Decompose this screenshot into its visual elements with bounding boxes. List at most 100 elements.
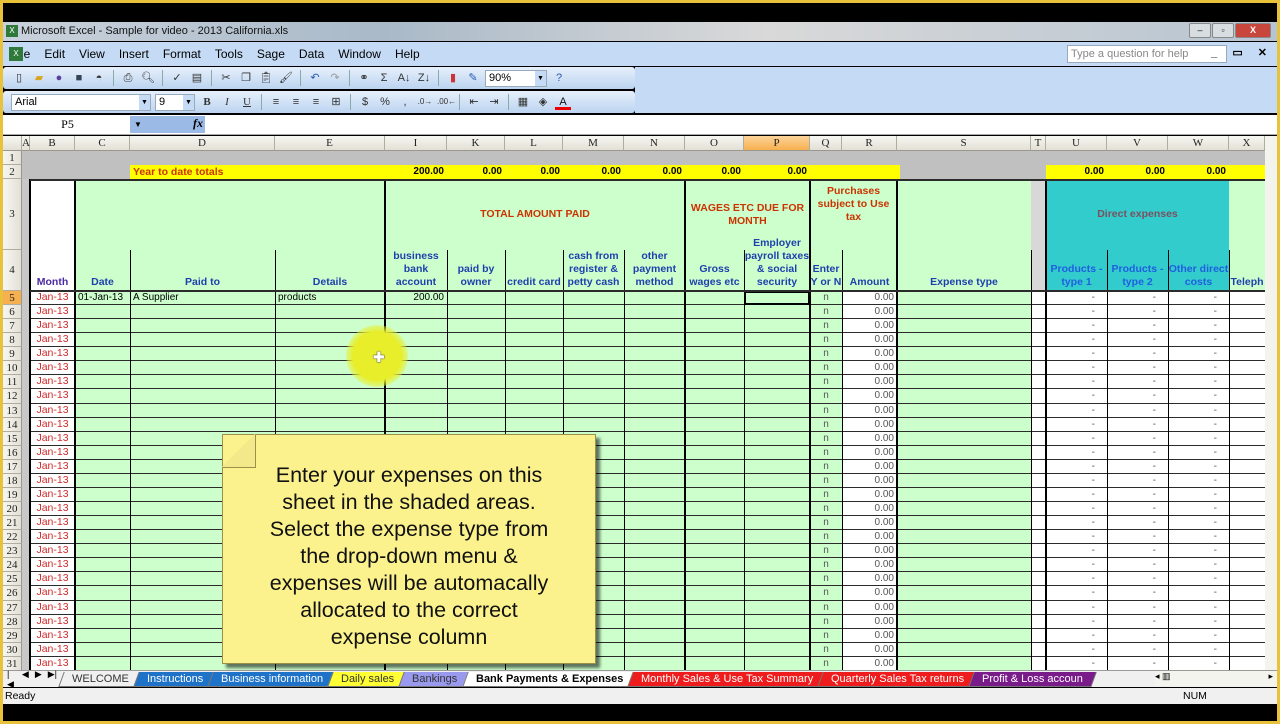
row-header-8[interactable]: 8: [3, 333, 22, 348]
entry-row-green[interactable]: [75, 361, 810, 376]
open-icon[interactable]: ▰: [31, 70, 47, 86]
autosum-icon[interactable]: Σ: [376, 70, 392, 86]
expense-type-cell[interactable]: [897, 459, 1031, 474]
align-center-icon[interactable]: ≡: [288, 94, 304, 110]
last-sheet-icon[interactable]: ▶|: [48, 669, 57, 690]
column-header-m[interactable]: M: [563, 136, 624, 151]
borders-icon[interactable]: ▦: [515, 94, 531, 110]
menu-tools[interactable]: Tools: [215, 47, 243, 61]
expense-type-cell[interactable]: [897, 572, 1031, 587]
drawing-icon[interactable]: ✎: [465, 70, 481, 86]
spelling-icon[interactable]: ✓: [169, 70, 185, 86]
minimize-button[interactable]: –: [1189, 23, 1211, 38]
sheet-tab-quarterly-sales-tax-returns[interactable]: Quarterly Sales Tax returns: [817, 671, 979, 687]
expense-type-cell[interactable]: [897, 487, 1031, 503]
row-header-10[interactable]: 10: [3, 361, 22, 376]
entry-e[interactable]: products: [275, 291, 385, 305]
hyperlink-icon[interactable]: ⚭: [356, 70, 372, 86]
menu-edit[interactable]: Edit: [44, 47, 65, 61]
sheet-tab-bankings[interactable]: Bankings: [398, 671, 472, 687]
row-header-16[interactable]: 16: [3, 445, 22, 460]
row-header-14[interactable]: 14: [3, 417, 22, 432]
row-header-22[interactable]: 22: [3, 530, 22, 545]
entry-row-green[interactable]: [75, 417, 810, 432]
row-header-5[interactable]: 5: [3, 291, 22, 306]
row-header-3[interactable]: 3: [3, 179, 22, 250]
print-preview-icon[interactable]: 🔍︎: [140, 70, 156, 86]
zoom-select[interactable]: 90% ▼: [485, 69, 547, 87]
row-header-29[interactable]: 29: [3, 628, 22, 643]
comma-button[interactable]: ,: [397, 94, 413, 110]
select-all-corner[interactable]: [3, 136, 22, 151]
percent-button[interactable]: %: [377, 94, 393, 110]
row-header-30[interactable]: 30: [3, 642, 22, 657]
column-header-x[interactable]: X: [1229, 136, 1265, 151]
entry-row-green[interactable]: [75, 375, 810, 390]
expense-type-cell[interactable]: [897, 417, 1031, 432]
decrease-decimal-icon[interactable]: .00←: [437, 94, 456, 110]
column-header-k[interactable]: K: [447, 136, 505, 151]
expense-type-cell[interactable]: [897, 530, 1031, 545]
expense-type-cell[interactable]: [897, 516, 1031, 531]
column-header-b[interactable]: B: [30, 136, 75, 151]
expense-type-cell[interactable]: [897, 586, 1031, 601]
fx-icon[interactable]: fx: [193, 116, 203, 131]
row-header-12[interactable]: 12: [3, 389, 22, 404]
name-box[interactable]: P5: [5, 116, 130, 133]
expense-type-cell[interactable]: [897, 544, 1031, 559]
menu-sage[interactable]: Sage: [257, 47, 285, 61]
sheet-tab-profit-loss-accoun[interactable]: Profit & Loss accoun: [968, 671, 1097, 687]
expense-type-cell[interactable]: [897, 445, 1031, 460]
fill-color-icon[interactable]: ◈: [535, 94, 551, 110]
increase-indent-icon[interactable]: ⇥: [486, 94, 502, 110]
entry-c[interactable]: 01-Jan-13: [75, 291, 130, 305]
row-header-23[interactable]: 23: [3, 544, 22, 559]
column-header-v[interactable]: V: [1107, 136, 1168, 151]
permission-icon[interactable]: ◓: [91, 70, 107, 86]
row-header-11[interactable]: 11: [3, 375, 22, 390]
expense-type-cell[interactable]: [897, 347, 1031, 362]
copy-icon[interactable]: ❐: [238, 70, 254, 86]
sage-icon[interactable]: ●: [51, 70, 67, 86]
merge-center-icon[interactable]: ⊞: [328, 94, 344, 110]
expense-type-cell[interactable]: [897, 628, 1031, 643]
sheet-tab-bank-payments-expenses[interactable]: Bank Payments & Expenses: [461, 671, 637, 687]
column-header-u[interactable]: U: [1046, 136, 1107, 151]
first-sheet-icon[interactable]: |◀: [7, 669, 16, 690]
column-header-i[interactable]: I: [385, 136, 447, 151]
expense-type-cell[interactable]: [897, 403, 1031, 418]
expense-type-cell[interactable]: [897, 291, 1031, 306]
help-search-input[interactable]: Type a question for help: [1067, 45, 1227, 63]
column-header-a[interactable]: A: [22, 136, 30, 151]
row-header-7[interactable]: 7: [3, 319, 22, 334]
chart-wizard-icon[interactable]: ▮: [445, 70, 461, 86]
workbook-icon[interactable]: X: [9, 47, 23, 61]
expense-type-cell[interactable]: [897, 600, 1031, 615]
expense-type-cell[interactable]: [897, 361, 1031, 376]
menu-insert[interactable]: Insert: [119, 47, 149, 61]
entry-row-green[interactable]: [75, 403, 810, 418]
sheet-tab-instructions[interactable]: Instructions: [133, 671, 217, 687]
align-right-icon[interactable]: ≡: [308, 94, 324, 110]
undo-icon[interactable]: ↶: [307, 70, 323, 86]
row-header-24[interactable]: 24: [3, 558, 22, 573]
entry-row-green[interactable]: [75, 305, 810, 320]
row-header-20[interactable]: 20: [3, 502, 22, 517]
expense-type-cell[interactable]: [897, 333, 1031, 348]
row-header-15[interactable]: 15: [3, 431, 22, 446]
currency-icon[interactable]: $: [357, 94, 373, 110]
entry-i[interactable]: 200.00: [385, 291, 447, 305]
expense-type-cell[interactable]: [897, 305, 1031, 320]
expense-type-cell[interactable]: [897, 656, 1031, 670]
row-header-2[interactable]: 2: [3, 165, 22, 179]
research-icon[interactable]: ▤: [189, 70, 205, 86]
selected-cell-p5[interactable]: [744, 291, 810, 305]
column-header-q[interactable]: Q: [810, 136, 842, 151]
expense-type-cell[interactable]: [897, 502, 1031, 517]
column-header-w[interactable]: W: [1168, 136, 1229, 151]
expense-type-cell[interactable]: [897, 375, 1031, 390]
close-button[interactable]: X: [1235, 23, 1271, 38]
sort-asc-icon[interactable]: A↓: [396, 70, 412, 86]
row-header-13[interactable]: 13: [3, 403, 22, 418]
font-name-select[interactable]: Arial ▼: [11, 93, 151, 111]
